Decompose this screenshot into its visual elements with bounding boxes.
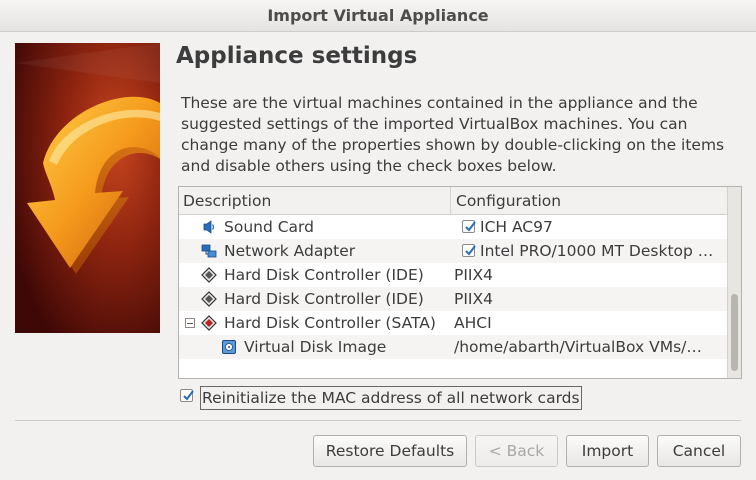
reinitialize-mac-label[interactable]: Reinitialize the MAC address of all netw… xyxy=(200,386,582,410)
tree-row-ide-controller[interactable]: Hard Disk Controller (IDE) PIIX4 xyxy=(179,263,727,287)
cancel-button[interactable]: Cancel xyxy=(657,435,741,467)
sound-card-icon xyxy=(201,219,217,235)
tree-row-label: Virtual Disk Image xyxy=(244,338,387,356)
back-button[interactable]: < Back xyxy=(475,435,558,467)
tree-row-label: Hard Disk Controller (IDE) xyxy=(224,290,424,308)
tree-vertical-scrollbar[interactable] xyxy=(727,187,741,378)
title-bar: Import Virtual Appliance xyxy=(0,0,756,32)
tree-row-label: Network Adapter xyxy=(224,242,356,260)
tree-row-sata-controller[interactable]: Hard Disk Controller (SATA) AHCI xyxy=(179,311,727,335)
tree-row-value: ICH AC97 xyxy=(480,218,553,236)
disk-image-icon xyxy=(221,339,237,355)
tree-row-sound-card[interactable]: Sound Card ICH AC97 xyxy=(179,215,727,239)
tree-row-value: PIIX4 xyxy=(454,266,493,284)
page-description: These are the virtual machines contained… xyxy=(181,94,725,175)
tree-row-network-adapter[interactable]: Network Adapter Intel PRO/1000 MT Deskto… xyxy=(179,239,727,263)
tree-row-label: Hard Disk Controller (SATA) xyxy=(224,314,436,332)
tree-header: Description Configuration xyxy=(179,187,727,215)
tree-row-value: /home/abarth/VirtualBox VMs/… xyxy=(454,338,702,356)
import-button[interactable]: Import xyxy=(566,435,649,467)
tree-row-label: Hard Disk Controller (IDE) xyxy=(224,266,424,284)
network-adapter-checkbox[interactable] xyxy=(462,244,476,257)
sata-controller-icon xyxy=(201,315,217,331)
collapse-toggle[interactable] xyxy=(185,318,195,328)
reinitialize-mac-checkbox[interactable] xyxy=(180,389,194,402)
tree-row-value: Intel PRO/1000 MT Desktop … xyxy=(480,242,714,260)
tree-row-value: PIIX4 xyxy=(454,290,493,308)
window-title: Import Virtual Appliance xyxy=(267,6,489,25)
tree-row-ide-controller[interactable]: Hard Disk Controller (IDE) PIIX4 xyxy=(179,287,727,311)
column-header-configuration[interactable]: Configuration xyxy=(451,187,727,215)
tree-row-virtual-disk-image[interactable]: Virtual Disk Image /home/abarth/VirtualB… xyxy=(179,335,727,359)
tree-row-value: AHCI xyxy=(454,314,492,332)
network-adapter-icon xyxy=(201,243,217,259)
sound-card-checkbox[interactable] xyxy=(462,220,476,233)
wizard-banner-image xyxy=(15,43,160,333)
tree-row-label: Sound Card xyxy=(224,218,314,236)
ide-controller-icon xyxy=(201,291,217,307)
restore-defaults-button[interactable]: Restore Defaults xyxy=(313,435,467,467)
ide-controller-icon xyxy=(201,267,217,283)
appliance-settings-tree[interactable]: Description Configuration Sound Card ICH… xyxy=(178,186,742,379)
page-heading: Appliance settings xyxy=(176,43,418,69)
column-header-description[interactable]: Description xyxy=(179,187,451,215)
button-separator xyxy=(15,420,741,421)
scrollbar-thumb[interactable] xyxy=(731,294,738,371)
